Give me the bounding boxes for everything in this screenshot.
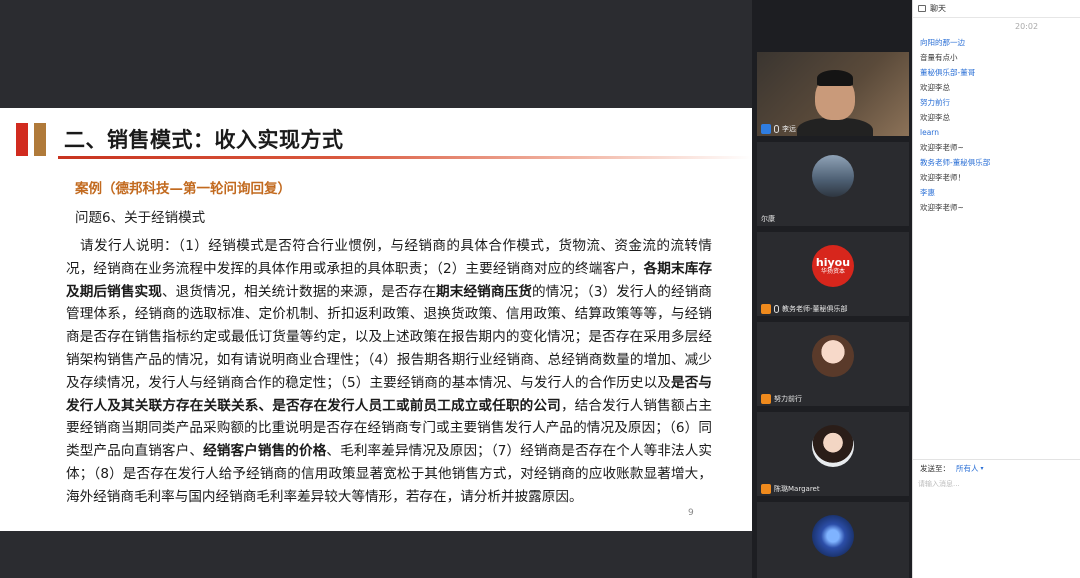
participant-label: 陈璐Margaret — [761, 484, 820, 494]
participant-name: 尔康 — [761, 215, 775, 223]
logo-subtext: 华扬资本 — [820, 267, 845, 275]
chat-sender-name: 向阳的那一边 — [920, 38, 965, 47]
chat-panel: 聊天 20:02 向阳的那一边 音量有点小 董秘俱乐部-董哥 欢迎李总 努力前行 欢迎李总… — [912, 0, 1080, 578]
chat-message-text: 欢迎李总 — [920, 113, 950, 122]
participant-label: 尔康 — [761, 214, 775, 224]
video-tile[interactable]: 尔康 — [757, 142, 909, 226]
page-number: 9 — [688, 508, 694, 518]
hiyou-logo: hiyou 华扬资本 — [812, 245, 854, 287]
participant-label: 教务老师-董秘俱乐部 — [761, 304, 848, 314]
participant-label: 李远 — [761, 124, 796, 134]
chat-message-text: 欢迎李老师~ — [920, 203, 964, 212]
chat-message-text: 音量有点小 — [920, 53, 958, 62]
chat-sender-name: 努力前行 — [920, 98, 950, 107]
chat-message-text: 欢迎李老师！ — [920, 173, 965, 182]
send-to-dropdown[interactable]: 所有人 ▾ — [956, 463, 984, 474]
microphone-icon — [774, 305, 779, 313]
video-tile[interactable] — [757, 502, 909, 578]
cohost-badge-icon — [761, 394, 771, 404]
chat-message-text: 欢迎李老师~ — [920, 143, 964, 152]
body-emphasis: 期末经销商压货 — [436, 283, 532, 300]
chevron-down-icon: ▾ — [980, 465, 984, 472]
title-underline — [58, 156, 752, 159]
case-title: 案例（德邦科技—第一轮问询回复） — [75, 181, 291, 197]
cohost-badge-icon — [761, 304, 771, 314]
chat-icon — [918, 5, 926, 12]
participant-name: 李远 — [782, 125, 796, 133]
slide-body-text: 请发行人说明：（1）经销模式是否符合行业惯例，与经销商的具体合作模式，货物流、资… — [66, 235, 712, 509]
body-segment: 请发行人说明：（1）经销模式是否符合行业惯例，与经销商的具体合作模式，货物流、资… — [66, 238, 712, 277]
chat-divider — [913, 459, 1080, 460]
chat-sender-name: 教务老师-董秘俱乐部 — [920, 158, 991, 167]
chat-sender-name: learn — [920, 128, 939, 137]
video-tile[interactable]: 努力前行 — [757, 322, 909, 406]
title-decoration-red-bar — [16, 123, 28, 156]
presentation-stage: 二、销售模式：收入实现方式 案例（德邦科技—第一轮问询回复） 问题6、关于经销模… — [0, 0, 752, 578]
camera-person-hair — [817, 70, 853, 86]
chat-message-input[interactable] — [918, 475, 1076, 493]
question-heading: 问题6、关于经销模式 — [75, 210, 206, 226]
logo-text: hiyou — [815, 255, 851, 269]
chat-header: 聊天 — [913, 0, 1080, 18]
woman-icon — [812, 425, 854, 467]
title-decoration-brown-bar — [34, 123, 46, 156]
host-badge-icon — [761, 124, 771, 134]
cartoon-icon — [812, 335, 854, 377]
space-icon — [812, 515, 854, 557]
video-tile[interactable]: 李远 — [757, 52, 909, 136]
video-tile[interactable]: 陈璐Margaret — [757, 412, 909, 496]
chat-message-text: 欢迎李总 — [920, 83, 950, 92]
send-to-row: 发送至： 所有人 ▾ — [920, 463, 984, 474]
chat-sender-name: 李惠 — [920, 188, 935, 197]
chat-timestamp: 20:02 — [1015, 22, 1039, 31]
send-to-value: 所有人 — [956, 464, 979, 473]
body-segment: 、退货情况，相关统计数据的来源，是否存在 — [161, 283, 437, 300]
microphone-icon — [774, 125, 779, 133]
slide: 二、销售模式：收入实现方式 案例（德邦科技—第一轮问询回复） 问题6、关于经销模… — [0, 108, 752, 531]
city-icon — [812, 155, 854, 197]
slide-title: 二、销售模式：收入实现方式 — [64, 128, 344, 152]
send-to-label: 发送至： — [920, 464, 950, 473]
chat-sender-name: 董秘俱乐部-董哥 — [920, 68, 976, 77]
video-gallery: 李远尔康 hiyou 华扬资本教务老师-董秘俱乐部努力前行陈璐Margaret — [752, 0, 912, 578]
participant-name: 教务老师-董秘俱乐部 — [782, 305, 848, 313]
participant-name: 努力前行 — [774, 395, 802, 403]
participant-label: 努力前行 — [761, 394, 802, 404]
camera-person-body — [797, 118, 873, 136]
body-emphasis: 经销客户销售的价格 — [203, 443, 327, 460]
video-tile[interactable]: hiyou 华扬资本教务老师-董秘俱乐部 — [757, 232, 909, 316]
cohost-badge-icon — [761, 484, 771, 494]
chat-message-list: 向阳的那一边 音量有点小 董秘俱乐部-董哥 欢迎李总 努力前行 欢迎李总 learn 欢迎李老… — [920, 35, 1078, 215]
chat-title: 聊天 — [930, 4, 946, 13]
participant-name: 陈璐Margaret — [774, 485, 820, 493]
